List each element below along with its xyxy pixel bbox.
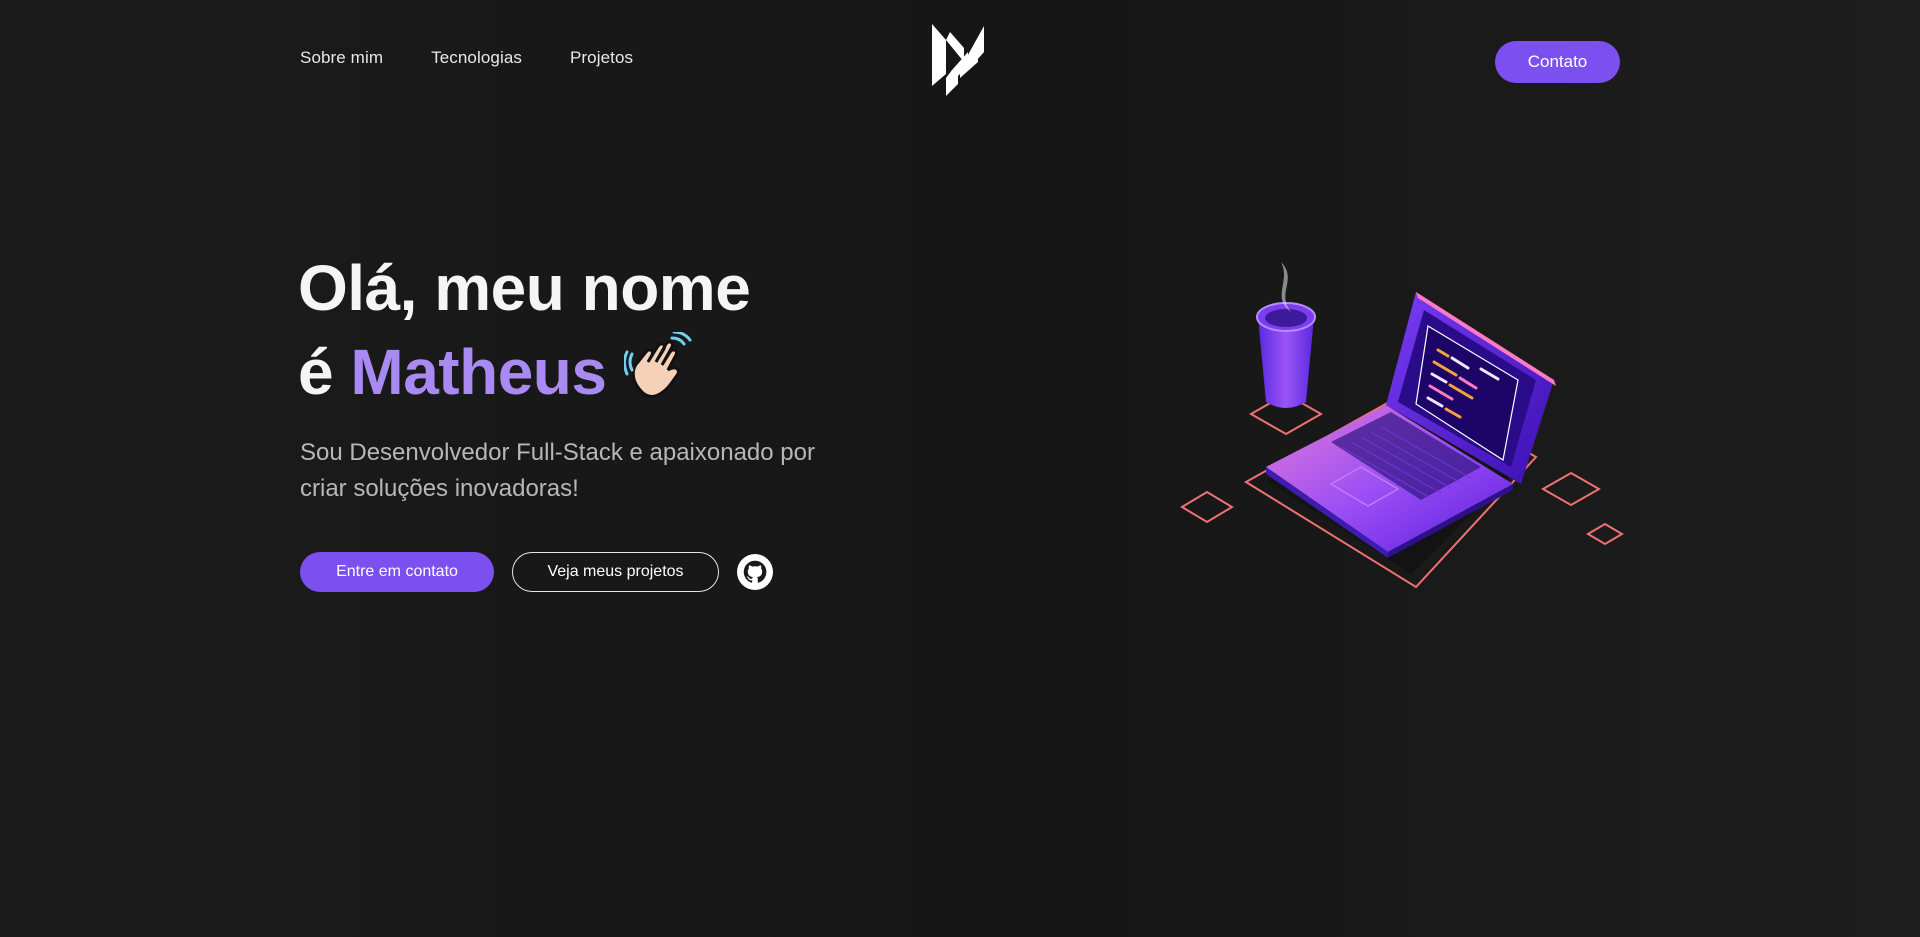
hero-title: Olá, meu nome é Matheus xyxy=(298,246,751,414)
hero-subtitle: Sou Desenvolvedor Full-Stack e apaixonad… xyxy=(300,439,815,502)
hero-name: Matheus xyxy=(350,336,607,408)
contact-cta-button[interactable]: Entre em contato xyxy=(300,552,494,592)
laptop-coffee-illustration xyxy=(1180,262,1624,589)
nav-link-sobre-mim[interactable]: Sobre mim xyxy=(300,48,383,68)
waving-hand-icon xyxy=(623,332,692,398)
hero-title-line1: Olá, meu nome xyxy=(298,252,751,324)
nav-link-projetos[interactable]: Projetos xyxy=(570,48,633,68)
landing-page: Sobre mim Tecnologias Projetos Contato O… xyxy=(0,0,1920,937)
logo-icon[interactable] xyxy=(930,22,986,98)
github-icon[interactable] xyxy=(737,554,773,590)
hero-title-prefix: é xyxy=(298,336,351,408)
deco-diamond xyxy=(1586,522,1624,546)
projects-cta-button[interactable]: Veja meus projetos xyxy=(512,552,719,592)
cta-row: Entre em contato Veja meus projetos xyxy=(300,552,773,592)
deco-diamond xyxy=(1540,471,1602,507)
deco-diamond xyxy=(1180,490,1234,524)
nav-link-tecnologias[interactable]: Tecnologias xyxy=(431,48,522,68)
top-nav: Sobre mim Tecnologias Projetos xyxy=(300,48,633,68)
contact-button[interactable]: Contato xyxy=(1495,41,1620,83)
